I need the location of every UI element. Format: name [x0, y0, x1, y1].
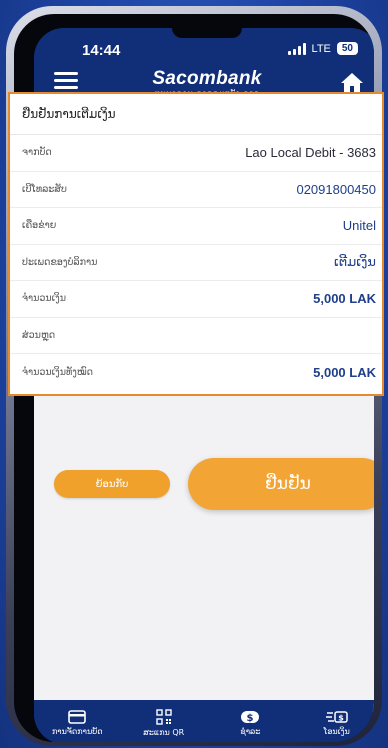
svg-text:$: $ — [338, 714, 344, 723]
camera-notch — [172, 28, 242, 38]
row-label: ເຄືອຂ່າຍ — [22, 220, 57, 232]
detail-row-discount: ສ່ວນຫຼຸດ — [10, 318, 382, 354]
detail-row-phone: ເບີໂທລະສັບ 02091800450 — [10, 172, 382, 208]
action-row: ຍ້ອນກັບ ຢືນຢັນ — [34, 456, 374, 516]
detail-row-total: ຈໍານວນເງິນທັງໝົດ 5,000 LAK — [10, 354, 382, 391]
row-label: ຈາກບັດ — [22, 147, 52, 159]
detail-row-network: ເຄືອຂ່າຍ Unitel — [10, 208, 382, 245]
brand-name: Sacombank — [152, 68, 262, 89]
row-value: Unitel — [342, 218, 376, 234]
back-button[interactable]: ຍ້ອນກັບ — [54, 470, 170, 498]
row-label: ເບີໂທລະສັບ — [22, 183, 67, 195]
payment-icon: $ — [241, 711, 260, 724]
nav-label: ໂອນເງິນ — [323, 727, 350, 736]
row-value: 02091800450 — [296, 181, 376, 197]
status-indicators: LTE 50 — [287, 42, 358, 55]
nav-label: ສະແກນ QR — [143, 728, 185, 737]
confirm-button[interactable]: ຢືນຢັນ — [188, 458, 374, 510]
svg-text:$: $ — [247, 713, 254, 724]
nav-scan-qr[interactable]: ສະແກນ QR — [121, 702, 208, 742]
confirmation-panel: ຢືນຢັນການເຕີມເງິນ ຈາກບັດ Lao Local Debit… — [8, 92, 384, 396]
battery-icon: 50 — [336, 42, 358, 55]
nav-label: ຊໍາລະ — [240, 727, 261, 736]
nav-label: ການຈັດການບັດ — [51, 727, 103, 736]
app-header: 14:44 LTE 50 Sacombank ທະນາຄານ ຊາຄອມແບັງ… — [34, 28, 374, 100]
nav-card-management[interactable]: ການຈັດການບັດ — [34, 702, 121, 742]
network-type: LTE — [311, 42, 331, 55]
detail-row-amount: ຈໍານວນເງິນ 5,000 LAK — [10, 281, 382, 318]
row-label: ຈໍານວນເງິນທັງໝົດ — [22, 366, 93, 378]
nav-payment[interactable]: $ ຊໍາລະ — [207, 702, 294, 742]
status-time: 14:44 — [82, 42, 121, 59]
row-label: ປະເພດຂອງບໍລິການ — [22, 256, 98, 268]
qr-icon — [156, 709, 172, 725]
row-value: 5,000 LAK — [313, 364, 376, 380]
row-label: ຈໍານວນເງິນ — [22, 293, 67, 305]
bottom-nav: ການຈັດການບັດ ສະແກນ QR $ ຊໍາລະ $ ໂອນເງິນ — [34, 700, 374, 742]
detail-row-card: ຈາກບັດ Lao Local Debit - 3683 — [10, 135, 382, 172]
row-value: 5,000 LAK — [313, 291, 376, 307]
detail-row-service: ປະເພດຂອງບໍລິການ ເຕີມເງິນ — [10, 245, 382, 281]
panel-title: ຢືນຢັນການເຕີມເງິນ — [10, 94, 382, 135]
row-value: Lao Local Debit - 3683 — [245, 145, 376, 161]
row-value: ເຕີມເງິນ — [333, 254, 376, 270]
home-icon[interactable] — [340, 72, 364, 94]
nav-transfer[interactable]: $ ໂອນເງິນ — [294, 702, 375, 742]
row-label: ສ່ວນຫຼຸດ — [22, 329, 56, 341]
transfer-icon: $ — [325, 711, 348, 723]
signal-icon — [287, 42, 306, 55]
card-icon — [68, 710, 87, 724]
